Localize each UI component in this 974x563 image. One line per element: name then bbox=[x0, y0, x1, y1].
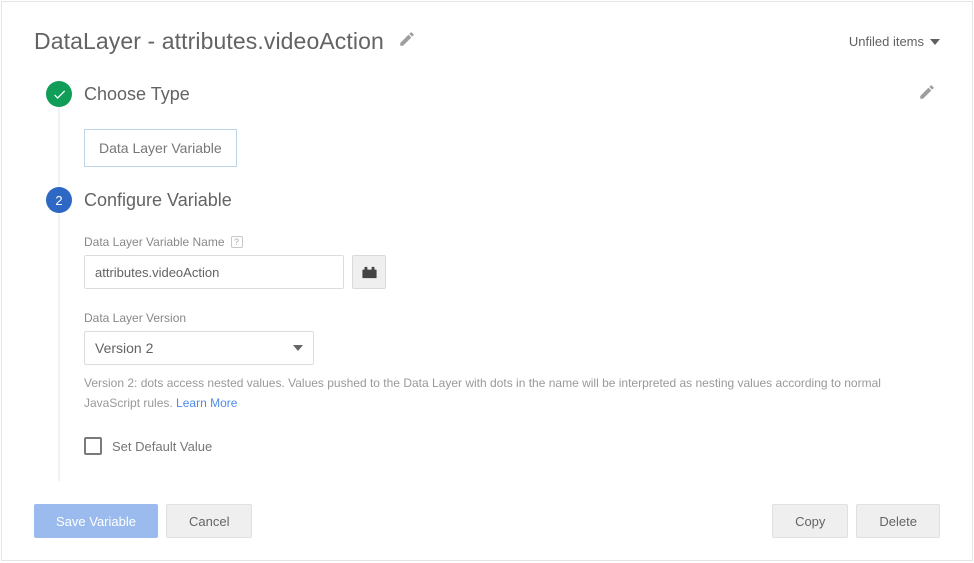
step-2-body: Configure Variable Data Layer Variable N… bbox=[84, 187, 940, 479]
folder-label: Unfiled items bbox=[849, 34, 924, 49]
configure-form: Data Layer Variable Name ? Data Layer Ve… bbox=[84, 213, 940, 455]
var-name-label: Data Layer Variable Name bbox=[84, 235, 225, 249]
default-value-row: Set Default Value bbox=[84, 437, 940, 455]
step-1-done-marker bbox=[46, 81, 72, 107]
var-name-input-row bbox=[84, 255, 940, 289]
step-2-head: Configure Variable bbox=[84, 187, 940, 213]
page-title: DataLayer - attributes.videoAction bbox=[34, 28, 384, 55]
set-default-checkbox[interactable] bbox=[84, 437, 102, 455]
check-icon bbox=[52, 87, 67, 102]
lego-brick-icon bbox=[361, 265, 378, 280]
edit-step1-pencil-icon[interactable] bbox=[918, 83, 936, 106]
learn-more-link[interactable]: Learn More bbox=[176, 396, 237, 410]
title-wrap: DataLayer - attributes.videoAction bbox=[34, 28, 416, 55]
step-2-row: 2 Configure Variable Data Layer Variable… bbox=[34, 187, 940, 479]
save-button[interactable]: Save Variable bbox=[34, 504, 158, 538]
delete-button[interactable]: Delete bbox=[856, 504, 940, 538]
variable-picker-button[interactable] bbox=[352, 255, 386, 289]
header-row: DataLayer - attributes.videoAction Unfil… bbox=[34, 28, 940, 55]
step-1-title: Choose Type bbox=[84, 84, 190, 105]
copy-button[interactable]: Copy bbox=[772, 504, 848, 538]
version-label: Data Layer Version bbox=[84, 311, 940, 325]
connector-line-2 bbox=[59, 213, 60, 481]
step-1-head: Choose Type bbox=[84, 81, 940, 107]
step-1-row: Choose Type Data Layer Variable bbox=[34, 81, 940, 187]
version-help-text: Version 2: dots access nested values. Va… bbox=[84, 373, 940, 413]
set-default-label: Set Default Value bbox=[112, 439, 212, 454]
help-icon[interactable]: ? bbox=[231, 236, 243, 248]
var-name-label-row: Data Layer Variable Name ? bbox=[84, 235, 940, 249]
footer-right: Copy Delete bbox=[772, 504, 940, 538]
step-1-body: Choose Type Data Layer Variable bbox=[84, 81, 940, 187]
footer-left: Save Variable Cancel bbox=[34, 504, 252, 538]
step-2-marker-col: 2 bbox=[34, 187, 84, 213]
folder-dropdown[interactable]: Unfiled items bbox=[849, 34, 940, 49]
cancel-button[interactable]: Cancel bbox=[166, 504, 252, 538]
edit-title-pencil-icon[interactable] bbox=[398, 30, 416, 53]
step-1-marker-col bbox=[34, 81, 84, 107]
step-2-title: Configure Variable bbox=[84, 190, 232, 211]
step-2-marker: 2 bbox=[46, 187, 72, 213]
variable-editor-panel: DataLayer - attributes.videoAction Unfil… bbox=[1, 1, 973, 561]
chevron-down-icon bbox=[930, 37, 940, 47]
var-name-input[interactable] bbox=[84, 255, 344, 289]
footer: Save Variable Cancel Copy Delete bbox=[34, 504, 940, 538]
type-chip[interactable]: Data Layer Variable bbox=[84, 129, 237, 167]
version-select[interactable]: Version 2 bbox=[84, 331, 314, 365]
steps-container: Choose Type Data Layer Variable 2 Config… bbox=[34, 81, 940, 479]
